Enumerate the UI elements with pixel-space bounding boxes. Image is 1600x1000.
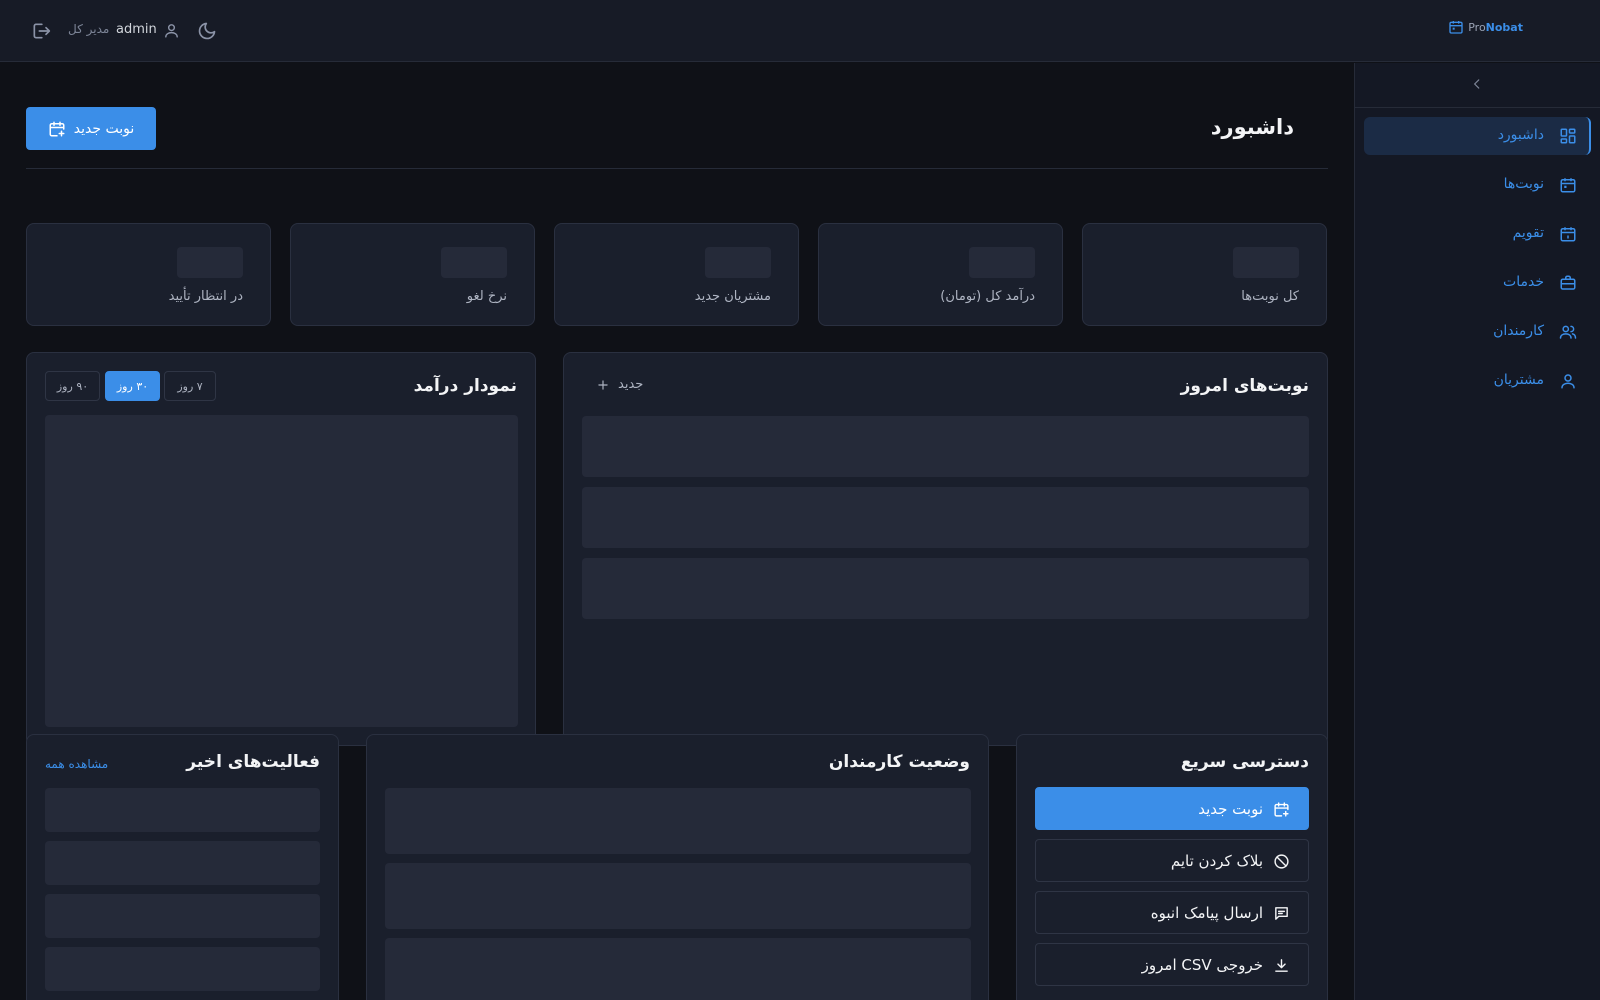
list-item-skeleton — [582, 416, 1309, 477]
stat-label: نرخ لغو — [466, 289, 507, 304]
moon-icon[interactable] — [197, 21, 217, 41]
stat-value-skeleton — [177, 247, 243, 278]
calendar-icon — [1449, 21, 1463, 34]
header-divider — [26, 168, 1328, 169]
new-appointment-button[interactable]: نوبت جدید — [26, 107, 156, 150]
list-item-skeleton — [45, 788, 320, 832]
list-item-skeleton — [582, 487, 1309, 548]
panel-title: وضعیت کارمندان — [828, 752, 970, 772]
brand-pro: Pro — [1468, 20, 1486, 34]
stat-value-skeleton — [705, 247, 771, 278]
sidebar-item-staff[interactable]: کارمندان — [1364, 313, 1591, 351]
quick-export-csv-button[interactable]: خروجی CSV امروز — [1035, 943, 1309, 986]
sidebar: داشبورد نوبت‌ها تقویم خدمات کارمندان — [1354, 63, 1600, 1000]
dashboard-icon — [1559, 127, 1577, 145]
sidebar-collapse-button[interactable] — [1355, 63, 1600, 108]
block-icon — [1274, 854, 1289, 869]
brand-nobat: Nobat — [1485, 20, 1523, 34]
quick-block-time-button[interactable]: بلاک کردن تایم — [1035, 839, 1309, 882]
stat-card-total-appointments: کل نوبت‌ها — [1082, 223, 1327, 326]
message-icon — [1275, 907, 1288, 920]
stat-value-skeleton — [969, 247, 1035, 278]
stat-card-cancel-rate: نرخ لغو — [290, 223, 535, 326]
stat-value-skeleton — [441, 247, 507, 278]
chart-skeleton — [45, 415, 518, 727]
list-item-skeleton — [385, 938, 971, 1000]
new-appointment-label: نوبت جدید — [73, 120, 135, 137]
sidebar-item-dashboard[interactable]: داشبورد — [1364, 117, 1591, 155]
quick-action-label: ارسال پیامک انبوه — [1150, 904, 1263, 922]
brand-logo[interactable]: Pro Nobat — [1448, 19, 1523, 35]
calendar-plus-icon — [1274, 802, 1289, 817]
panel-title: دسترسی سریع — [1180, 752, 1309, 772]
user-role: مدیر کل — [68, 22, 110, 36]
logout-icon[interactable] — [31, 21, 51, 41]
quick-action-label: خروجی CSV امروز — [1141, 956, 1263, 974]
staff-status-panel: وضعیت کارمندان — [366, 734, 989, 1000]
username: admin — [116, 22, 157, 37]
revenue-chart-panel: نمودار درآمد ۷ روز ۳۰ روز ۹۰ روز — [26, 352, 536, 746]
stat-label: در انتظار تأیید — [168, 289, 243, 304]
top-bar: مدیر کل admin Pro Nobat — [0, 0, 1600, 62]
list-item-skeleton — [45, 841, 320, 885]
sidebar-item-label: مشتریان — [1493, 372, 1544, 388]
calendar-plus-icon — [49, 121, 65, 136]
stat-label: مشتریان جدید — [694, 289, 771, 304]
page-title: داشبورد — [1210, 115, 1294, 139]
sidebar-item-services[interactable]: خدمات — [1364, 264, 1591, 302]
sidebar-item-label: خدمات — [1503, 274, 1544, 290]
stat-card-total-revenue: درآمد کل (تومان) — [818, 223, 1063, 326]
sidebar-item-label: تقویم — [1512, 225, 1544, 241]
stat-value-skeleton — [1233, 247, 1299, 278]
sidebar-item-label: کارمندان — [1493, 323, 1544, 339]
see-all-link[interactable]: مشاهده همه — [45, 757, 108, 771]
list-item-skeleton — [45, 894, 320, 938]
sidebar-item-label: نوبت‌ها — [1503, 176, 1544, 192]
stat-card-new-customers: مشتریان جدید — [554, 223, 799, 326]
quick-access-panel: دسترسی سریع نوبت جدید بلاک کردن تایم ارس… — [1016, 734, 1328, 1000]
briefcase-icon — [1559, 274, 1577, 292]
sidebar-item-calendar[interactable]: تقویم — [1364, 215, 1591, 253]
sidebar-item-appointments[interactable]: نوبت‌ها — [1364, 166, 1591, 204]
quick-action-label: نوبت جدید — [1198, 800, 1263, 818]
quick-new-appointment-button[interactable]: نوبت جدید — [1035, 787, 1309, 830]
panel-title: فعالیت‌های اخیر — [186, 752, 320, 772]
user-icon — [163, 22, 180, 39]
quick-action-label: بلاک کردن تایم — [1170, 852, 1263, 870]
add-appointment-label: جدید — [618, 377, 644, 392]
list-item-skeleton — [45, 947, 320, 991]
range-7-days-button[interactable]: ۷ روز — [164, 371, 216, 401]
recent-activity-panel: فعالیت‌های اخیر مشاهده همه — [26, 734, 339, 1000]
stat-card-pending: در انتظار تأیید — [26, 223, 271, 326]
range-30-days-button[interactable]: ۳۰ روز — [105, 371, 160, 401]
panel-title: نمودار درآمد — [413, 376, 517, 396]
list-item-skeleton — [385, 863, 971, 929]
range-90-days-button[interactable]: ۹۰ روز — [45, 371, 100, 401]
stat-label: کل نوبت‌ها — [1241, 289, 1299, 304]
stat-label: درآمد کل (تومان) — [940, 289, 1035, 304]
panel-title: نوبت‌های امروز — [1180, 376, 1309, 396]
list-item-skeleton — [582, 558, 1309, 619]
download-icon — [1275, 959, 1288, 972]
plus-icon — [598, 379, 608, 390]
user-icon — [1559, 372, 1577, 390]
sidebar-nav: داشبورد نوبت‌ها تقویم خدمات کارمندان — [1364, 117, 1591, 411]
today-appointments-panel: نوبت‌های امروز جدید — [563, 352, 1328, 746]
sidebar-item-customers[interactable]: مشتریان — [1364, 362, 1591, 400]
add-appointment-link[interactable]: جدید — [596, 377, 643, 392]
quick-bulk-sms-button[interactable]: ارسال پیامک انبوه — [1035, 891, 1309, 934]
chevron-left-icon — [1473, 79, 1480, 89]
list-item-skeleton — [385, 788, 971, 854]
calendar-icon — [1559, 176, 1577, 194]
sidebar-item-label: داشبورد — [1497, 127, 1544, 143]
users-icon — [1559, 323, 1577, 341]
calendar-day-icon — [1559, 225, 1577, 243]
